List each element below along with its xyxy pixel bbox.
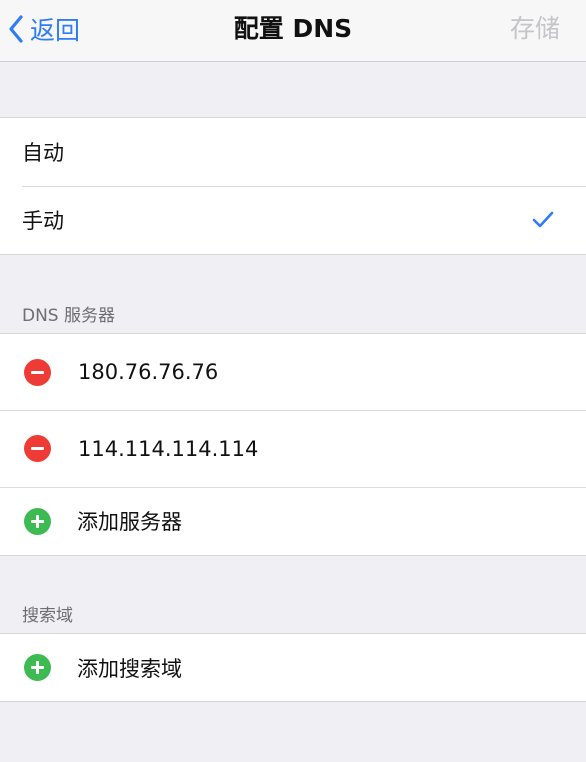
- delete-minus-icon[interactable]: [24, 435, 51, 462]
- add-search-domain-row[interactable]: 添加搜索域: [0, 634, 586, 701]
- navigation-bar: 返回 配置 DNS 存储: [0, 0, 586, 62]
- checkmark-icon: [532, 211, 554, 228]
- dns-servers-group: 180.76.76.76 114.114.114.114 添加服务器: [0, 333, 586, 556]
- page-title: 配置 DNS: [233, 14, 353, 43]
- mode-option-automatic[interactable]: 自动: [0, 118, 586, 186]
- add-plus-icon: [24, 654, 51, 681]
- mode-option-label: 手动: [22, 209, 64, 233]
- dns-server-address[interactable]: 180.76.76.76: [78, 360, 218, 384]
- search-domains-header: 搜索域: [22, 606, 73, 626]
- dns-mode-group: 自动 手动: [0, 117, 586, 255]
- add-search-domain-label: 添加搜索域: [77, 656, 182, 681]
- dns-server-address[interactable]: 114.114.114.114: [78, 437, 258, 461]
- dns-server-row: 114.114.114.114: [0, 410, 586, 487]
- save-button[interactable]: 存储: [510, 8, 560, 50]
- search-domains-group: 添加搜索域: [0, 633, 586, 702]
- delete-minus-icon[interactable]: [24, 358, 51, 386]
- configure-dns-screen: 返回 配置 DNS 存储 自动 手动 DNS 服务器 180.76.76.76 …: [0, 0, 586, 762]
- add-plus-icon: [24, 507, 51, 535]
- mode-option-manual[interactable]: 手动: [0, 186, 586, 254]
- dns-server-row: 180.76.76.76: [0, 334, 586, 410]
- add-server-label: 添加服务器: [77, 510, 182, 534]
- mode-option-label: 自动: [22, 141, 64, 165]
- dns-servers-header: DNS 服务器: [22, 306, 116, 326]
- add-server-row[interactable]: 添加服务器: [0, 487, 586, 555]
